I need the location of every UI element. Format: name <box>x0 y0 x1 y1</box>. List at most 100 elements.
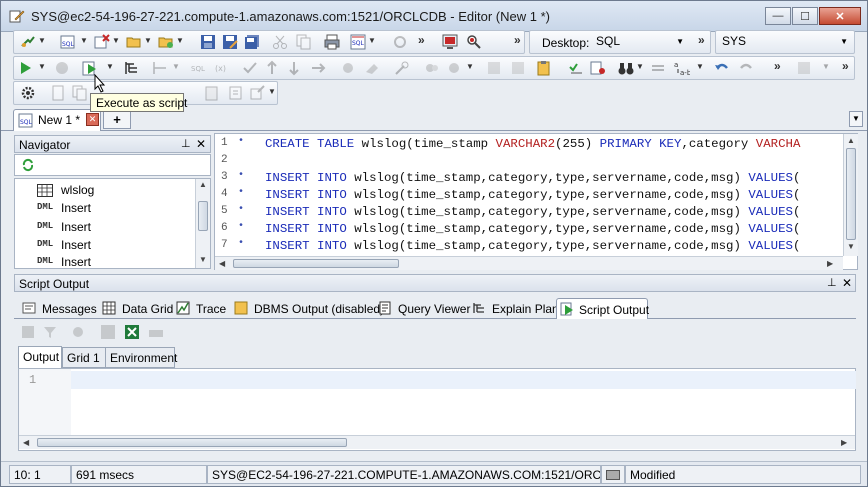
toolbar-overflow-button[interactable]: » <box>418 33 425 47</box>
close-icon[interactable]: ✕ <box>842 276 852 290</box>
code-line[interactable]: 6 • INSERT INTO wlslog(time_stamp,category… <box>215 221 843 238</box>
scroll-right-icon[interactable]: ▶ <box>827 259 833 268</box>
scroll-thumb[interactable] <box>233 259 399 268</box>
toolbar-overflow-button[interactable]: » <box>514 33 521 47</box>
editor-horizontal-scrollbar[interactable]: ◀ ▶ <box>215 256 843 270</box>
clear-output-icon[interactable] <box>590 60 606 76</box>
excel-export-icon[interactable] <box>124 324 140 340</box>
run-statement-icon[interactable] <box>18 60 34 76</box>
desktop-select[interactable]: SQL ▼ <box>592 32 688 52</box>
clear-output-icon[interactable] <box>70 324 86 340</box>
undo-icon[interactable] <box>714 60 730 76</box>
tab-query-viewer[interactable]: Query Viewer <box>378 298 474 319</box>
lower-case-icon[interactable] <box>510 60 526 76</box>
replace-icon[interactable] <box>650 60 666 76</box>
move-down-icon[interactable] <box>286 60 302 76</box>
code-line[interactable]: 7 • INSERT INTO wlslog(time_stamp,category… <box>215 238 843 255</box>
scroll-thumb[interactable] <box>198 201 208 231</box>
save-as-icon[interactable] <box>222 34 238 50</box>
close-tab-icon[interactable]: ✕ <box>86 113 99 126</box>
chevron-down-icon[interactable]: ▼ <box>172 62 180 71</box>
scroll-up-icon[interactable]: ▲ <box>847 136 855 145</box>
navigator-scrollbar[interactable]: ▲ ▼ <box>195 179 210 268</box>
output-horizontal-scrollbar[interactable]: ◀ ▶ <box>19 435 855 449</box>
chevron-down-icon[interactable]: ▼ <box>112 36 120 45</box>
new-file-icon[interactable] <box>50 85 66 101</box>
chevron-down-icon[interactable]: ▼ <box>368 36 376 45</box>
check-syntax-icon[interactable] <box>568 60 584 76</box>
chevron-down-icon[interactable]: ▼ <box>80 36 88 45</box>
scroll-left-icon[interactable]: ◀ <box>23 438 29 447</box>
open-files-icon[interactable] <box>158 34 174 50</box>
sql-tuning-icon[interactable]: SQL <box>190 60 206 76</box>
tab-messages[interactable]: Messages <box>22 298 102 319</box>
scroll-down-icon[interactable]: ▼ <box>199 255 207 264</box>
tab-new-1[interactable]: SQL New 1 * ✕ <box>13 109 101 131</box>
copy-icon[interactable] <box>296 34 312 50</box>
upper-case-icon[interactable] <box>486 60 502 76</box>
tab-explain-plan[interactable]: Explain Plan <box>472 298 559 319</box>
minimize-button[interactable]: — <box>765 7 791 25</box>
pin-icon[interactable]: ⊥ <box>181 137 191 150</box>
save-icon[interactable] <box>200 34 216 50</box>
chevron-down-icon[interactable]: ▼ <box>636 62 644 71</box>
print-icon[interactable] <box>324 34 340 50</box>
tab-dbms-output[interactable]: DBMS Output (disabled) <box>234 298 384 319</box>
tab-environment[interactable]: Environment <box>105 347 177 368</box>
refresh-icon[interactable] <box>21 158 35 172</box>
output-text-area[interactable]: 1 ◀ ▶ <box>18 368 856 451</box>
autotrace-icon[interactable] <box>152 60 168 76</box>
sql-editor[interactable]: 1 • CREATE TABLE wlslog(time_stamp VARCHAR… <box>214 133 858 270</box>
tab-output[interactable]: Output <box>18 346 62 368</box>
chevron-down-icon[interactable]: ▼ <box>466 62 474 71</box>
rollback-icon[interactable] <box>264 60 280 76</box>
snippet-icon[interactable] <box>228 85 244 101</box>
tab-grid-1[interactable]: Grid 1 <box>62 347 106 368</box>
unshared-worksheet-icon[interactable] <box>94 34 110 50</box>
chevron-down-icon[interactable]: ▼ <box>106 62 114 71</box>
code-line[interactable]: 4 • INSERT INTO wlslog(time_stamp,category… <box>215 187 843 204</box>
chevron-down-icon[interactable]: ▼ <box>268 87 276 96</box>
toolbar-overflow-button[interactable]: » <box>774 59 781 73</box>
move-right-icon[interactable] <box>310 60 326 76</box>
monitor-icon[interactable] <box>442 34 458 50</box>
scroll-left-icon[interactable]: ◀ <box>219 259 225 268</box>
substitution-icon[interactable]: (x) <box>214 60 230 76</box>
connection-icon[interactable] <box>20 34 36 50</box>
close-window-button[interactable]: ✕ <box>819 7 861 25</box>
filter-icon[interactable] <box>42 324 58 340</box>
chevron-down-icon[interactable]: ▼ <box>144 36 152 45</box>
print-icon[interactable] <box>148 324 164 340</box>
editor-vertical-scrollbar[interactable]: ▲ ▼ <box>843 134 858 256</box>
chevron-down-icon[interactable]: ▼ <box>822 62 830 71</box>
cut-icon[interactable] <box>272 34 288 50</box>
redo-icon[interactable] <box>738 60 754 76</box>
gear-icon[interactable] <box>20 85 36 101</box>
code-line[interactable]: 2 <box>215 153 843 170</box>
sql-history-icon[interactable]: SQL <box>350 34 366 50</box>
scroll-thumb[interactable] <box>37 438 347 447</box>
find-db-object-icon[interactable] <box>466 34 482 50</box>
save-all-icon[interactable] <box>244 34 260 50</box>
tab-trace[interactable]: Trace <box>176 298 232 319</box>
scroll-down-icon[interactable]: ▼ <box>847 242 855 251</box>
debug-icon[interactable] <box>54 60 70 76</box>
chevron-down-icon[interactable]: ▼ <box>38 36 46 45</box>
save-output-icon[interactable] <box>100 324 116 340</box>
paste-icon[interactable] <box>204 85 220 101</box>
clear-icon[interactable] <box>340 60 356 76</box>
case-toggle-icon[interactable]: aa-b <box>674 60 690 76</box>
code-line[interactable]: 3 • INSERT INTO wlslog(time_stamp,category… <box>215 170 843 187</box>
tab-list-button[interactable]: ▼ <box>849 111 863 127</box>
copy-file-icon[interactable] <box>72 85 88 101</box>
format-icon[interactable] <box>424 60 440 76</box>
open-folder-icon[interactable] <box>126 34 142 50</box>
scroll-right-icon[interactable]: ▶ <box>841 438 847 447</box>
export-icon[interactable] <box>250 85 266 101</box>
maximize-button[interactable]: ☐ <box>792 7 818 25</box>
code-line[interactable]: 1 • CREATE TABLE wlslog(time_stamp VARCHAR… <box>215 136 843 153</box>
history-icon[interactable] <box>796 60 812 76</box>
refresh-icon[interactable] <box>392 34 408 50</box>
binoculars-icon[interactable] <box>618 60 634 76</box>
connection-select[interactable]: SYS ▼ <box>718 32 852 52</box>
